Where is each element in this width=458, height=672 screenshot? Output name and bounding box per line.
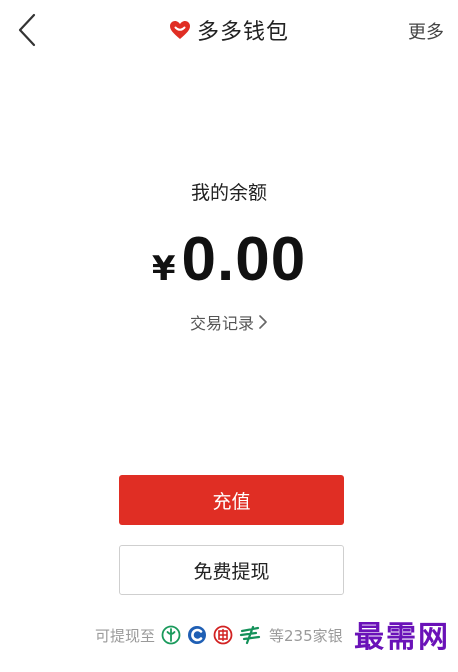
page-title-text: 多多钱包 [196, 20, 289, 45]
bank-icons [161, 625, 261, 645]
balance-amount: ¥ 0.00 [0, 224, 458, 295]
transaction-history-link[interactable]: 交易记录 [0, 310, 458, 334]
recharge-button[interactable]: 充值 [119, 475, 344, 525]
heart-icon [169, 21, 190, 39]
supported-banks-note: 可提现至 等235家银 [95, 622, 343, 648]
transaction-history-label: 交易记录 [189, 314, 254, 333]
header: 多多钱包 更多 [0, 0, 458, 60]
balance-label: 我的余额 [190, 182, 267, 204]
icbc-bank-icon [213, 625, 233, 645]
psbc-bank-icon [239, 625, 261, 645]
chevron-right-icon [259, 315, 267, 329]
bank-note-suffix: 等235家银 [269, 626, 343, 645]
site-watermark: 最需网 [352, 618, 452, 658]
chevron-left-icon [18, 13, 36, 47]
balance-value: 0.00 [181, 225, 307, 294]
abc-bank-icon [161, 625, 181, 645]
bank-note-prefix: 可提现至 [95, 626, 156, 645]
page-title: 多多钱包 [0, 14, 458, 46]
more-button[interactable]: 更多 [408, 18, 444, 44]
ccb-bank-icon [188, 626, 207, 644]
withdraw-button[interactable]: 免费提现 [119, 545, 344, 595]
currency-symbol: ¥ [151, 249, 176, 289]
back-button[interactable] [14, 12, 44, 48]
